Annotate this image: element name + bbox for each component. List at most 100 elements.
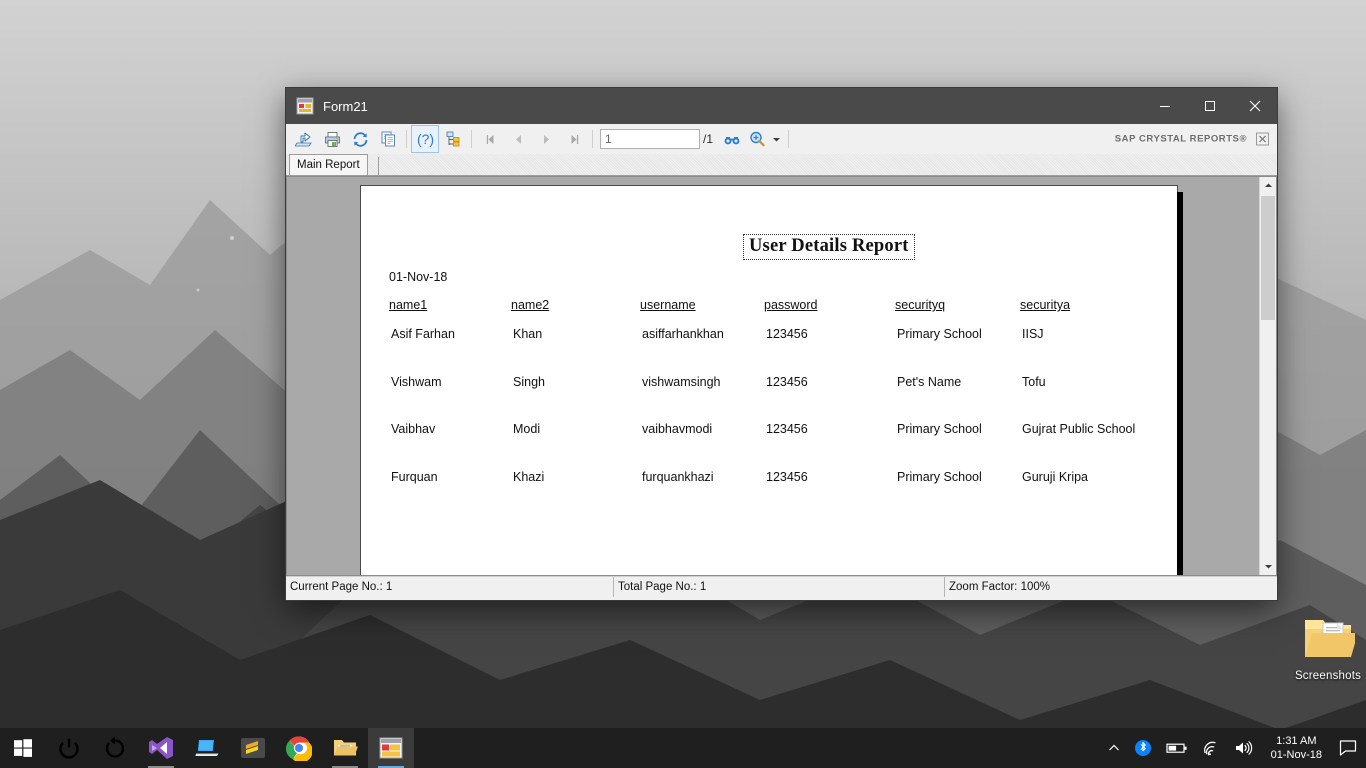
- status-bar: Current Page No.: 1 Total Page No.: 1 Zo…: [286, 576, 1277, 597]
- battery-tray-icon[interactable]: [1159, 728, 1195, 768]
- report-toolbar[interactable]: (?) /1: [286, 124, 1277, 154]
- chrome-icon: [286, 736, 312, 761]
- report-date: 01-Nov-18: [389, 270, 448, 284]
- go-to-previous-page-button[interactable]: [505, 126, 531, 152]
- window-titlebar[interactable]: Form21: [286, 88, 1277, 124]
- report-cell-securitya: Tofu: [1022, 374, 1046, 389]
- go-to-first-page-button[interactable]: [477, 126, 503, 152]
- clock-date: 01-Nov-18: [1270, 749, 1322, 761]
- report-cell-username: vishwamsingh: [642, 374, 721, 389]
- scrollbar-thumb[interactable]: [1261, 196, 1275, 320]
- help-button[interactable]: (?): [411, 125, 439, 153]
- visual-studio-icon: [149, 737, 173, 759]
- taskbar-form-designer[interactable]: [368, 728, 414, 768]
- column-header-securityq: securityq: [895, 298, 946, 312]
- sublime-text-icon: [241, 738, 265, 758]
- toolbar-separator: [592, 130, 593, 148]
- desktop-icon-label: Screenshots: [1294, 670, 1362, 682]
- report-cell-securitya: Guruji Kripa: [1022, 470, 1088, 485]
- refresh-button[interactable]: [347, 126, 373, 152]
- start-button[interactable]: [0, 728, 46, 768]
- scroll-down-button[interactable]: [1260, 558, 1276, 575]
- taskbar-sublime-text[interactable]: [230, 728, 276, 768]
- sap-crystal-reports-brand: SAP CRYSTAL REPORTS®: [1114, 133, 1247, 145]
- zoom-dropdown-button[interactable]: [769, 126, 783, 152]
- toggle-group-tree-button[interactable]: [440, 126, 466, 152]
- action-center-icon: [1339, 740, 1357, 756]
- close-button[interactable]: [1232, 88, 1277, 124]
- toolbar-separator: [788, 130, 790, 148]
- column-header-name1: name1: [389, 298, 428, 312]
- export-report-button[interactable]: [291, 126, 317, 152]
- search-button[interactable]: [719, 126, 745, 152]
- speaker-icon: [1235, 741, 1252, 755]
- report-page: User Details Report 01-Nov-18 name1 name2…: [360, 185, 1183, 575]
- column-header-username: username: [640, 298, 696, 312]
- status-zoom-factor: Zoom Factor: 100%: [949, 581, 1050, 593]
- report-cell-name1: Vaibhav: [391, 422, 436, 437]
- toolbar-separator: [406, 130, 407, 148]
- network-tray-icon[interactable]: [1195, 728, 1227, 768]
- report-cell-securityq: Primary School: [897, 422, 982, 437]
- copy-button[interactable]: [375, 126, 401, 152]
- folder-icon: [1288, 612, 1366, 668]
- report-cell-username: asiffarhankhan: [642, 327, 724, 341]
- report-cell-password: 123456: [766, 422, 808, 437]
- chevron-up-icon: [1108, 744, 1119, 751]
- report-cell-name2: Khan: [513, 327, 543, 341]
- report-cell-securityq: Primary School: [897, 327, 982, 341]
- taskbar-clock[interactable]: 1:31 AM 01-Nov-18: [1261, 728, 1332, 768]
- column-header-securitya: securitya: [1020, 298, 1071, 312]
- system-tray[interactable]: 1:31 AM 01-Nov-18: [1101, 728, 1366, 768]
- taskbar-google-chrome[interactable]: [276, 728, 322, 768]
- crystal-report-viewer-window[interactable]: Form21 (?) 1 /1 SAP CRYSTAL REPORTS® Mai…: [286, 88, 1277, 600]
- report-cell-username: vaibhavmodi: [642, 422, 713, 437]
- status-total-pages: Total Page No.: 1: [614, 577, 945, 597]
- go-to-next-page-button[interactable]: [533, 126, 559, 152]
- action-center-button[interactable]: [1332, 728, 1366, 768]
- restart-button[interactable]: [92, 728, 138, 768]
- brand-close-icon[interactable]: [1256, 132, 1269, 146]
- report-viewport[interactable]: User Details Report 01-Nov-18 name1 name2…: [287, 177, 1259, 575]
- go-to-last-page-button[interactable]: [561, 126, 587, 152]
- maximize-button[interactable]: [1187, 88, 1232, 124]
- taskbar[interactable]: 1:31 AM 01-Nov-18: [0, 728, 1366, 768]
- show-hidden-icons-button[interactable]: [1101, 728, 1127, 768]
- report-cell-password: 123456: [766, 327, 808, 341]
- volume-tray-icon[interactable]: [1227, 728, 1261, 768]
- scrollbar-track[interactable]: [1260, 194, 1276, 558]
- vertical-scrollbar[interactable]: [1259, 177, 1276, 575]
- zoom-button[interactable]: [747, 126, 767, 152]
- report-cell-name1: Vishwam: [391, 374, 442, 389]
- report-cell-name2: Singh: [513, 374, 545, 389]
- scroll-up-button[interactable]: [1260, 177, 1276, 194]
- taskbar-file-explorer[interactable]: [322, 728, 368, 768]
- form-designer-icon: [296, 97, 314, 115]
- battery-icon: [1166, 743, 1187, 753]
- report-view-area: User Details Report 01-Nov-18 name1 name2…: [286, 176, 1277, 576]
- report-cell-name2: Modi: [513, 422, 541, 437]
- taskbar-visual-studio[interactable]: [138, 728, 184, 768]
- report-tabstrip[interactable]: Main Report: [286, 154, 1277, 176]
- report-cell-securityq: Primary School: [897, 470, 982, 485]
- wifi-icon: [1203, 741, 1216, 756]
- report-cell-securitya: Gujrat Public School: [1022, 422, 1136, 437]
- minimize-button[interactable]: [1142, 88, 1187, 124]
- folder-icon: [334, 740, 358, 756]
- report-cell-securitya: IISJ: [1022, 327, 1044, 341]
- report-cell-name2: Khazi: [513, 470, 545, 485]
- page-number-input[interactable]: [600, 129, 700, 149]
- tabstrip-separator: [377, 157, 379, 175]
- report-cell-username: furquankhazi: [642, 470, 714, 485]
- bluetooth-tray-icon[interactable]: [1127, 728, 1159, 768]
- desktop-icon-screenshots[interactable]: Screenshots: [1288, 612, 1366, 682]
- status-current-page: Current Page No.: 1: [286, 577, 614, 597]
- toolbar-separator: [471, 130, 472, 148]
- power-button[interactable]: [46, 728, 92, 768]
- taskbar-remote-desktop[interactable]: [184, 728, 230, 768]
- report-cell-name1: Furquan: [391, 470, 438, 485]
- column-header-password: password: [764, 298, 818, 312]
- print-report-button[interactable]: [319, 126, 345, 152]
- tab-main-report[interactable]: Main Report: [289, 154, 368, 175]
- tab-main-report-label: Main Report: [297, 159, 360, 171]
